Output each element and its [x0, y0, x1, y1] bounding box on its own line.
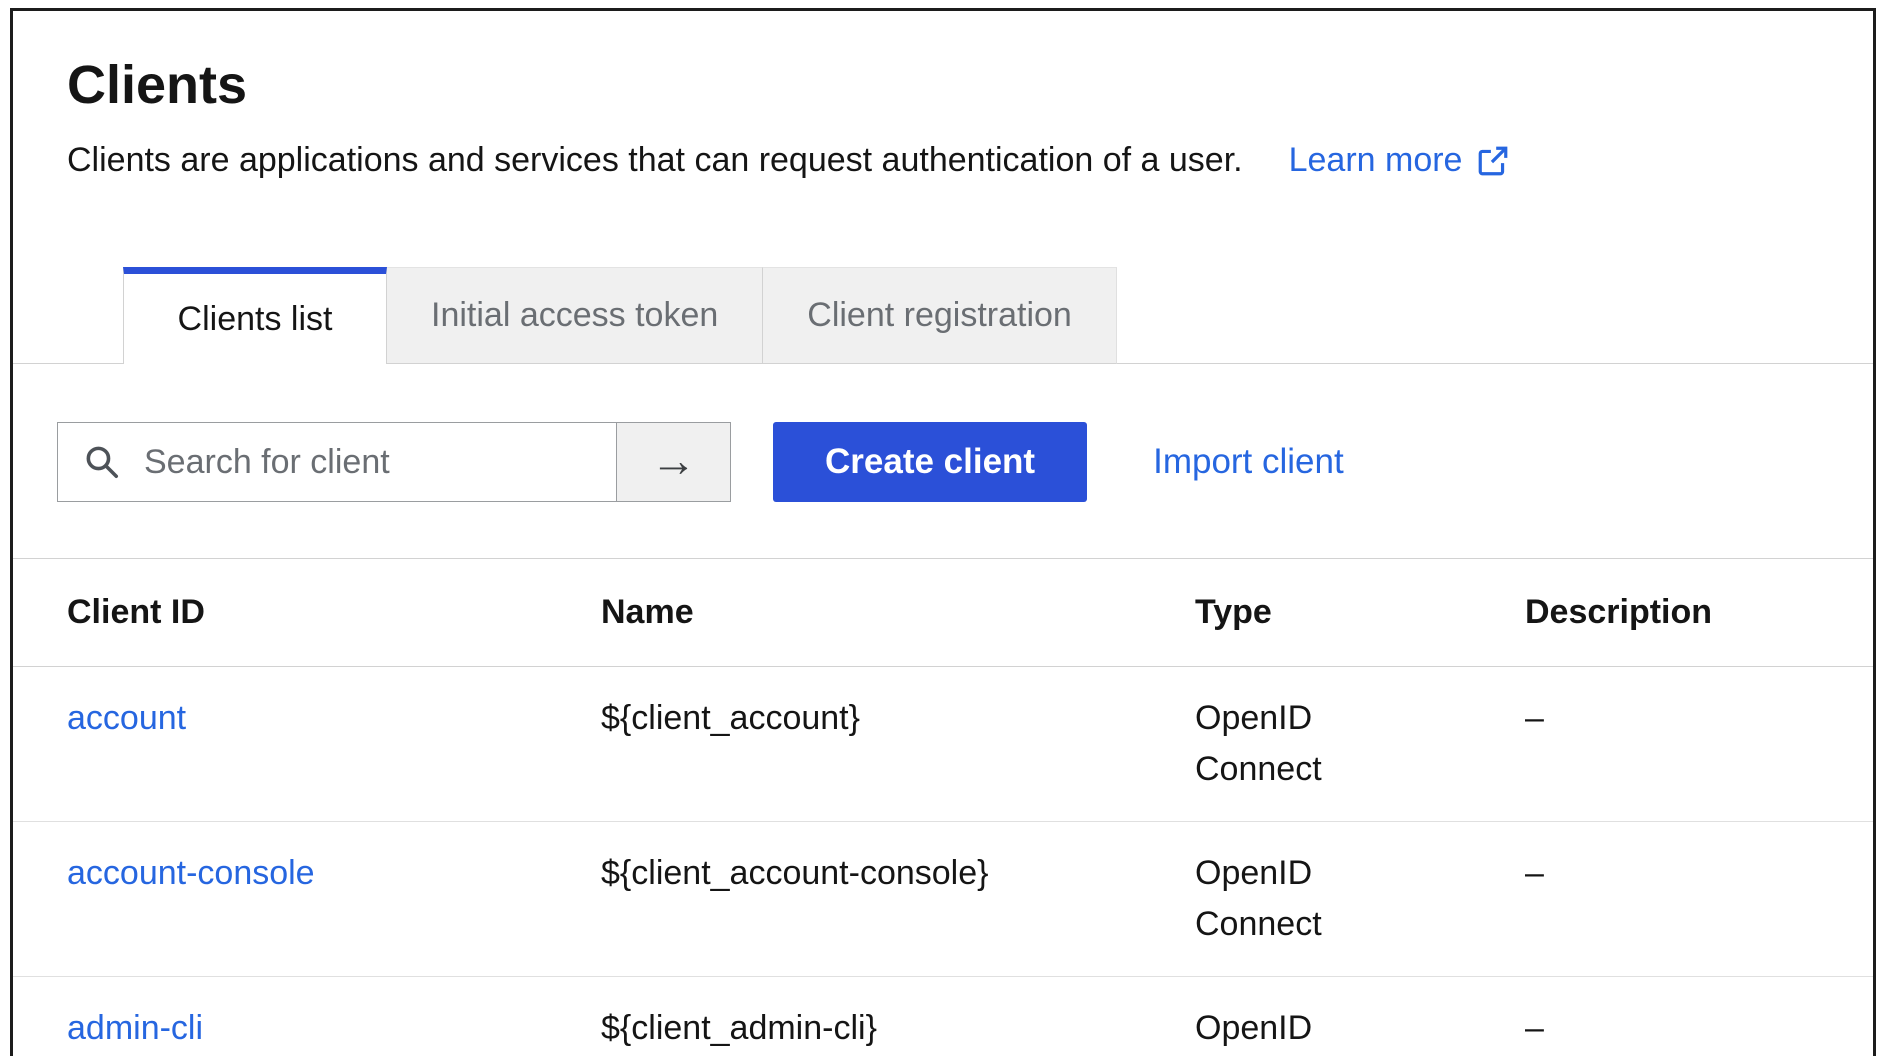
import-client-link[interactable]: Import client — [1153, 442, 1344, 482]
table-row: admin-cli ${client_admin-cli} OpenID Con… — [13, 977, 1873, 1056]
page-title: Clients — [67, 55, 1819, 115]
client-description-cell: – — [1525, 822, 1873, 977]
client-id-link[interactable]: account-console — [67, 854, 315, 892]
page-subtitle: Clients are applications and services th… — [67, 137, 1243, 185]
table-header-row: Client ID Name Type Description — [13, 559, 1873, 667]
client-name-cell: ${client_admin-cli} — [601, 977, 1195, 1056]
column-header-type: Type — [1195, 559, 1525, 667]
toolbar: → Create client Import client — [57, 422, 1873, 502]
client-id-link[interactable]: account — [67, 699, 186, 737]
client-name-cell: ${client_account} — [601, 667, 1195, 822]
learn-more-label: Learn more — [1289, 137, 1463, 185]
tabs-right-filler — [1117, 267, 1873, 364]
create-client-button[interactable]: Create client — [773, 422, 1087, 502]
client-description-cell: – — [1525, 977, 1873, 1056]
tabs-bar: Clients list Initial access token Client… — [13, 267, 1873, 364]
client-type-cell: OpenID Connect — [1195, 977, 1525, 1056]
clients-table: Client ID Name Type Description account … — [13, 559, 1873, 1056]
client-type-cell: OpenID Connect — [1195, 822, 1525, 977]
tab-client-registration[interactable]: Client registration — [762, 267, 1117, 364]
tab-label: Initial access token — [431, 296, 718, 335]
column-header-name: Name — [601, 559, 1195, 667]
search-submit-button[interactable]: → — [617, 422, 731, 502]
search-input[interactable] — [57, 422, 617, 502]
client-description-cell: – — [1525, 667, 1873, 822]
page-header: Clients Clients are applications and ser… — [13, 11, 1873, 185]
external-link-icon — [1476, 144, 1510, 178]
table-row: account ${client_account} OpenID Connect… — [13, 667, 1873, 822]
tab-initial-access-token[interactable]: Initial access token — [387, 267, 762, 364]
tab-label: Clients list — [178, 300, 333, 339]
client-name-cell: ${client_account-console} — [601, 822, 1195, 977]
column-header-description: Description — [1525, 559, 1873, 667]
clients-page: Clients Clients are applications and ser… — [10, 8, 1876, 1056]
table-row: account-console ${client_account-console… — [13, 822, 1873, 977]
right-arrow-icon: → — [651, 437, 697, 483]
tabs-left-spacer — [13, 267, 123, 364]
tab-label: Client registration — [807, 296, 1072, 335]
search-group: → — [57, 422, 731, 502]
column-header-client-id: Client ID — [13, 559, 601, 667]
client-type-cell: OpenID Connect — [1195, 667, 1525, 822]
tab-clients-list[interactable]: Clients list — [123, 267, 387, 364]
client-id-link[interactable]: admin-cli — [67, 1009, 203, 1047]
learn-more-link[interactable]: Learn more — [1289, 137, 1511, 185]
